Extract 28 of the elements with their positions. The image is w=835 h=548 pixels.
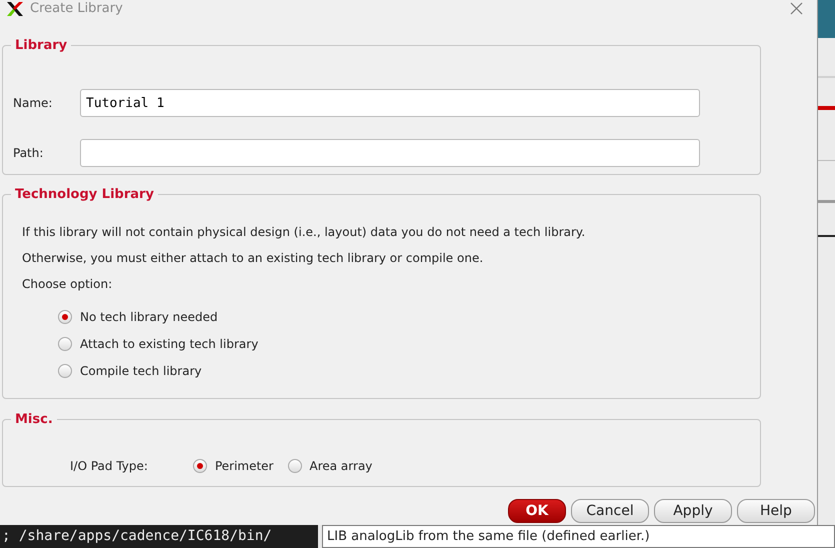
radio-button[interactable] xyxy=(192,459,207,473)
status-field: LIB analogLib from the same file (defined earlier.) xyxy=(322,525,835,548)
dialog-button[interactable]: OK xyxy=(508,499,566,523)
radio-button[interactable] xyxy=(58,364,72,378)
radio-label: No tech library needed xyxy=(80,309,218,326)
info-text: If this library will not contain physical design (i.e., layout) data you do not need a tech library. xyxy=(22,224,586,241)
field-label: Path: xyxy=(12,145,44,162)
radio-button[interactable] xyxy=(58,310,72,324)
radio-button[interactable] xyxy=(58,337,72,351)
radio-label: Perimeter xyxy=(214,458,274,475)
text-field[interactable] xyxy=(80,139,700,167)
field-label: Name: xyxy=(12,95,54,112)
close-icon[interactable] xyxy=(790,2,803,15)
dialog-button[interactable]: Cancel xyxy=(571,499,649,523)
x-logo-icon xyxy=(6,0,24,16)
radio-label: Compile tech library xyxy=(80,363,202,380)
field-label: I/O Pad Type: xyxy=(70,458,148,475)
radio-label: Area array xyxy=(310,458,372,475)
info-text: Choose option: xyxy=(22,276,114,293)
radio-button[interactable] xyxy=(288,459,302,473)
window-title: Create Library xyxy=(30,0,123,16)
title-bar-edge xyxy=(818,0,835,38)
info-text: Otherwise, you must either attach to an existing tech library or compile one. xyxy=(22,250,484,267)
terminal-text: ; /share/apps/cadence/IC618/bin/ xyxy=(0,525,318,548)
radio-label: Attach to existing tech library xyxy=(80,336,258,353)
text-field[interactable]: Tutorial 1 xyxy=(80,89,700,117)
dialog-button[interactable]: Apply xyxy=(654,499,732,523)
dialog-button[interactable]: Help xyxy=(737,499,815,523)
